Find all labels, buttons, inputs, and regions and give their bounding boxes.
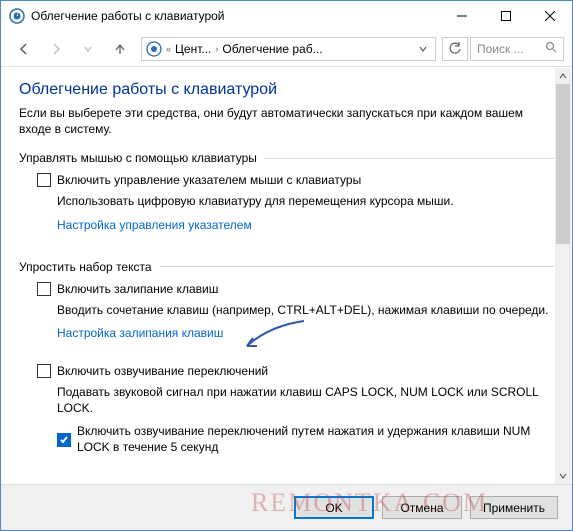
- section-legend: Управлять мышью с помощью клавиатуры: [19, 151, 265, 165]
- back-button[interactable]: [9, 35, 39, 63]
- link-mouse-keys-settings[interactable]: Настройка управления указателем: [57, 218, 252, 232]
- section-mouse-keys: Управлять мышью с помощью клавиатуры Вкл…: [19, 151, 554, 249]
- page-intro: Если вы выберете эти средства, они будут…: [19, 105, 554, 137]
- checkbox-toggle-keys[interactable]: [37, 364, 51, 378]
- checkbox-label: Включить озвучивание переключений путем …: [77, 424, 554, 455]
- checkbox-sticky-keys[interactable]: [37, 282, 51, 296]
- search-placeholder: Поиск ...: [477, 42, 524, 56]
- apply-button[interactable]: Применить: [470, 496, 558, 519]
- app-icon: [9, 8, 25, 24]
- recent-dropdown[interactable]: [73, 35, 103, 63]
- nav-bar: « Цент... › Облегчение раб... Поиск ...: [1, 31, 572, 67]
- scroll-down-icon[interactable]: [555, 468, 571, 484]
- chevron-right-icon: ›: [215, 44, 218, 54]
- refresh-button[interactable]: [442, 37, 468, 61]
- window-title: Облегчение работы с клавиатурой: [31, 9, 440, 23]
- address-dropdown-icon[interactable]: [415, 42, 431, 56]
- checkbox-toggle-keys-hold[interactable]: [57, 433, 71, 447]
- scrollbar[interactable]: [555, 68, 571, 484]
- option-desc: Подавать звуковой сигнал при нажатии кла…: [57, 384, 554, 416]
- location-icon: [146, 41, 162, 57]
- breadcrumb-seg2[interactable]: Облегчение раб...: [222, 42, 322, 56]
- cancel-button[interactable]: Отмена: [382, 496, 462, 519]
- section-legend: Упростить набор текста: [19, 260, 160, 274]
- option-desc: Использовать цифровую клавиатуру для пер…: [57, 193, 554, 209]
- search-icon: [545, 41, 557, 56]
- option-desc: Вводить сочетание клавиш (например, CTRL…: [57, 302, 554, 318]
- checkbox-label: Включить озвучивание переключений: [57, 364, 268, 378]
- page-heading: Облегчение работы с клавиатурой: [19, 81, 554, 99]
- ok-button[interactable]: OK: [294, 496, 374, 519]
- maximize-button[interactable]: [484, 1, 528, 31]
- section-typing: Упростить набор текста Включить залипани…: [19, 260, 554, 470]
- scroll-thumb[interactable]: [556, 84, 570, 244]
- forward-button[interactable]: [41, 35, 71, 63]
- checkbox-label: Включить управление указателем мыши с кл…: [57, 173, 361, 187]
- titlebar: Облегчение работы с клавиатурой: [1, 1, 572, 31]
- checkbox-mouse-keys[interactable]: [37, 173, 51, 187]
- minimize-button[interactable]: [440, 1, 484, 31]
- close-button[interactable]: [528, 1, 572, 31]
- content-area: Облегчение работы с клавиатурой Если вы …: [1, 67, 572, 481]
- search-input[interactable]: Поиск ...: [470, 37, 564, 61]
- up-button[interactable]: [105, 35, 135, 63]
- address-bar[interactable]: « Цент... › Облегчение раб...: [141, 37, 436, 61]
- chevron-left-icon: «: [166, 44, 171, 54]
- checkbox-label: Включить залипание клавиш: [57, 282, 218, 296]
- scroll-up-icon[interactable]: [555, 68, 571, 84]
- button-bar: OK Отмена Применить: [1, 484, 572, 530]
- link-sticky-keys-settings[interactable]: Настройка залипания клавиш: [57, 326, 223, 340]
- breadcrumb-seg1[interactable]: Цент...: [175, 42, 211, 56]
